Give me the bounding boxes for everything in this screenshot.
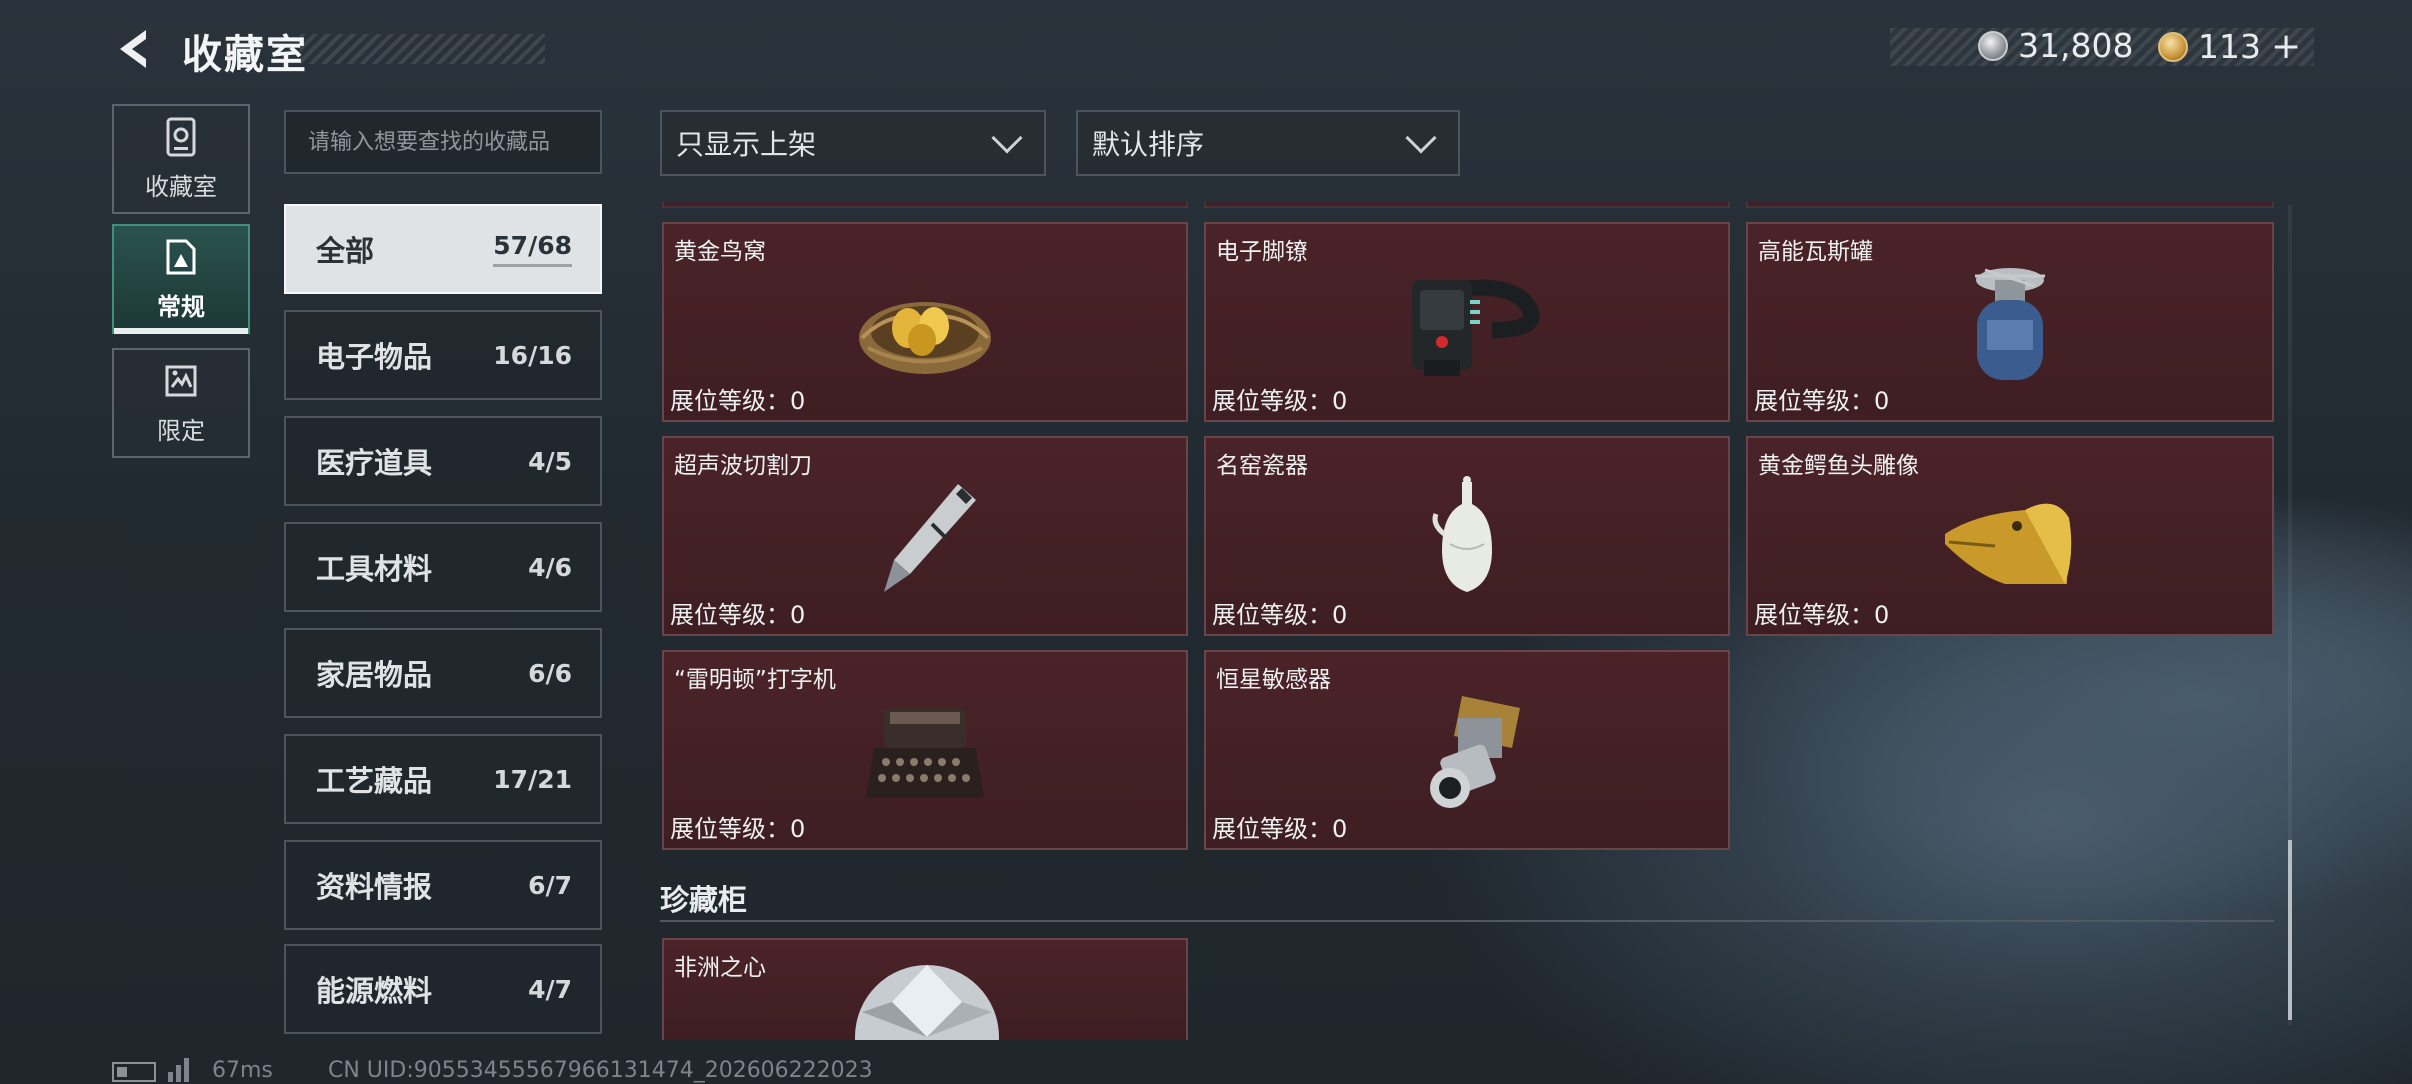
item-card[interactable]: 黄金鳄鱼头雕像 展位等级：0 [1746, 436, 2274, 636]
item-name: 电子脚镣 [1216, 239, 1308, 265]
sort-value: 默认排序 [1092, 128, 1205, 161]
page-title: 收藏室 [182, 32, 308, 78]
ultrasonic-cutter-icon [884, 484, 976, 592]
category-count: 6/7 [528, 870, 572, 900]
shelf-filter-dropdown[interactable]: 只显示上架 [660, 110, 1046, 176]
category-count: 16/16 [493, 340, 572, 370]
category-count: 4/7 [528, 974, 572, 1004]
item-name: 名窑瓷器 [1216, 453, 1308, 479]
category-count: 6/6 [528, 658, 572, 688]
title-decoration [300, 34, 545, 64]
silver-currency-value: 31,808 [2018, 26, 2134, 65]
item-name: “雷明顿”打字机 [674, 667, 836, 693]
limited-icon [165, 365, 197, 396]
booth-level: 展位等级：0 [1212, 387, 1348, 415]
item-card[interactable]: 恒星敏感器 展位等级：0 [1204, 650, 1730, 850]
item-card[interactable]: 电子脚镣 展位等级：0 [1204, 222, 1730, 422]
booth-level: 展位等级：0 [670, 815, 806, 843]
gas-canister-icon [1975, 268, 2045, 380]
card-partial [1746, 202, 2274, 208]
collection-room-icon [166, 117, 196, 156]
ping-text: 67ms [212, 1058, 273, 1083]
back-button[interactable] [112, 26, 158, 72]
signal-icon [168, 1058, 189, 1082]
card-partial [1204, 202, 1730, 208]
silver-coin-icon [1978, 30, 2008, 61]
sort-dropdown[interactable]: 默认排序 [1076, 110, 1460, 176]
category-name: 家居物品 [316, 658, 433, 692]
category-medical[interactable]: 医疗道具 4/5 [284, 416, 602, 506]
nav-tab-collection-room[interactable]: 收藏室 [112, 104, 250, 214]
regular-icon [166, 239, 196, 274]
category-name: 全部 [316, 234, 375, 268]
category-name: 电子物品 [316, 340, 433, 374]
category-name: 工具材料 [316, 552, 433, 586]
star-sensor-icon [1430, 696, 1520, 808]
item-card[interactable]: 名窑瓷器 展位等级：0 [1204, 436, 1730, 636]
category-intel[interactable]: 资料情报 6/7 [284, 840, 602, 930]
category-energy[interactable]: 能源燃料 4/7 [284, 944, 602, 1034]
category-name: 医疗道具 [316, 446, 433, 480]
electronic-ankle-monitor-icon [1412, 279, 1541, 376]
category-count: 17/21 [493, 764, 572, 794]
item-card[interactable]: 高能瓦斯罐 展位等级：0 [1746, 222, 2274, 422]
battery-icon [112, 1062, 156, 1082]
chevron-down-icon [1405, 122, 1437, 154]
category-all[interactable]: 全部 57/68 [284, 204, 602, 294]
card-partial [662, 202, 1188, 208]
gold-currency-value: 113 [2198, 27, 2261, 66]
item-name: 黄金鳄鱼头雕像 [1758, 453, 1919, 479]
category-name: 工艺藏品 [316, 764, 433, 798]
booth-level: 展位等级：0 [670, 387, 806, 415]
gold-currency[interactable]: 113 + [2158, 26, 2301, 67]
search-input[interactable] [284, 110, 602, 174]
porcelain-vase-icon [1432, 476, 1492, 592]
category-household[interactable]: 家居物品 6/6 [284, 628, 602, 718]
golden-crocodile-statue-icon [1945, 503, 2072, 584]
item-card[interactable]: 黄金鸟窝 展位等级：0 [662, 222, 1188, 422]
category-electronics[interactable]: 电子物品 16/16 [284, 310, 602, 400]
item-name: 黄金鸟窝 [674, 239, 766, 265]
booth-level: 展位等级：0 [1754, 601, 1890, 629]
scrollbar-thumb[interactable] [2288, 840, 2292, 1020]
silver-currency[interactable]: 31,808 [1978, 26, 2133, 65]
item-card[interactable]: “雷明顿”打字机 展位等级：0 [662, 650, 1188, 850]
item-name: 恒星敏感器 [1216, 667, 1331, 693]
nav-tab-label: 常规 [157, 292, 205, 321]
nav-tab-label: 限定 [157, 416, 205, 445]
category-name: 能源燃料 [316, 974, 433, 1008]
nav-tab-label: 收藏室 [145, 172, 217, 201]
section-divider [660, 920, 2274, 922]
item-name: 非洲之心 [674, 955, 766, 981]
golden-nest-icon [859, 302, 991, 374]
booth-level: 展位等级：0 [670, 601, 806, 629]
item-card[interactable]: 超声波切割刀 展位等级：0 [662, 436, 1188, 636]
gold-coin-icon [2158, 31, 2188, 62]
nav-tab-limited[interactable]: 限定 [112, 348, 250, 458]
category-count: 4/5 [528, 446, 572, 476]
category-tools[interactable]: 工具材料 4/6 [284, 522, 602, 612]
chevron-down-icon [991, 122, 1023, 154]
booth-level: 展位等级：0 [1754, 387, 1890, 415]
category-name: 资料情报 [316, 870, 433, 904]
booth-level: 展位等级：0 [1212, 601, 1348, 629]
shelf-filter-value: 只显示上架 [676, 128, 817, 161]
back-arrow-icon [120, 30, 146, 68]
category-count: 4/6 [528, 552, 572, 582]
booth-level: 展位等级：0 [1212, 815, 1348, 843]
nav-tab-regular[interactable]: 常规 [112, 224, 250, 334]
uid-text: CN UID:90553455567966131474_202606222023 [328, 1058, 873, 1083]
typewriter-icon [866, 708, 984, 798]
diamond-icon [855, 965, 999, 1040]
category-crafts[interactable]: 工艺藏品 17/21 [284, 734, 602, 824]
section-title: 珍藏柜 [660, 883, 748, 917]
category-count: 57/68 [493, 231, 572, 267]
item-card[interactable]: 非洲之心 [662, 938, 1188, 1040]
add-currency-button[interactable]: + [2271, 26, 2301, 67]
item-name: 超声波切割刀 [674, 453, 812, 479]
item-name: 高能瓦斯罐 [1758, 239, 1873, 265]
